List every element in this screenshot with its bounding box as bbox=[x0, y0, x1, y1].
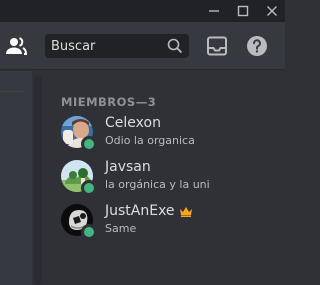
maximize-button[interactable] bbox=[229, 0, 257, 22]
minimize-button[interactable] bbox=[200, 0, 228, 22]
members-category-header: MIEMBROS—3 bbox=[61, 95, 157, 109]
member-name: Javsan bbox=[105, 159, 151, 175]
status-online-indicator bbox=[81, 224, 97, 240]
member-item[interactable]: Javsan la orgánica y la uni bbox=[53, 158, 281, 200]
inbox-icon[interactable] bbox=[206, 35, 228, 57]
close-icon bbox=[267, 6, 277, 16]
search-box[interactable] bbox=[45, 34, 189, 58]
chat-area bbox=[0, 71, 32, 285]
help-icon[interactable] bbox=[246, 35, 268, 57]
member-name: JustAnExe bbox=[105, 203, 193, 219]
member-item[interactable]: Celexon Odio la organica bbox=[53, 114, 281, 156]
crown-icon bbox=[179, 206, 192, 217]
members-icon[interactable] bbox=[4, 34, 28, 58]
close-button[interactable] bbox=[258, 0, 286, 22]
member-activity: Odio la organica bbox=[105, 134, 195, 147]
status-online-indicator bbox=[81, 180, 97, 196]
member-list: MIEMBROS—3 Celexon Odio la organica Javs… bbox=[44, 71, 285, 285]
member-activity: la orgánica y la uni bbox=[105, 178, 210, 191]
minimize-icon bbox=[209, 10, 219, 12]
member-name-text: JustAnExe bbox=[105, 203, 175, 219]
search-input[interactable] bbox=[45, 34, 163, 58]
member-name: Celexon bbox=[105, 115, 161, 131]
member-item[interactable]: JustAnExe Same bbox=[53, 202, 281, 244]
status-online-indicator bbox=[81, 136, 97, 152]
member-activity: Same bbox=[105, 222, 137, 235]
title-bar bbox=[0, 0, 285, 22]
maximize-icon bbox=[237, 5, 249, 17]
scrollbar[interactable] bbox=[34, 75, 42, 285]
divider bbox=[0, 91, 24, 92]
search-icon bbox=[167, 38, 183, 54]
channel-toolbar bbox=[0, 22, 285, 70]
